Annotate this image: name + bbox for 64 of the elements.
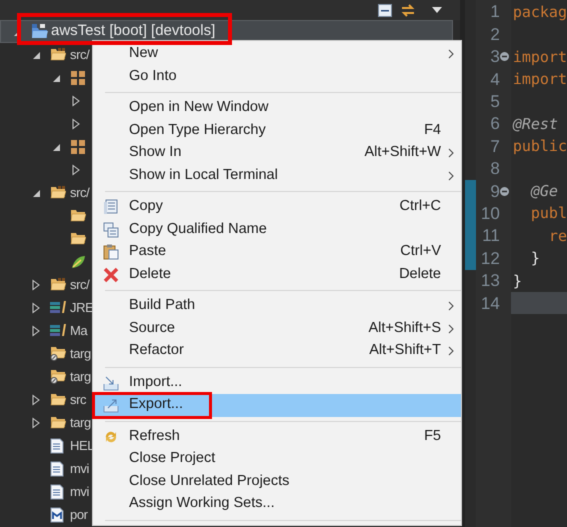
shortcut: F5 xyxy=(424,426,441,446)
menu-item[interactable]: Refactor Alt+Shift+T xyxy=(93,340,461,362)
shortcut: Ctrl+C xyxy=(400,197,441,216)
tree-item-label[interactable]: mvi xyxy=(70,482,90,502)
code-text: } xyxy=(530,248,540,270)
tree-item-label[interactable]: src xyxy=(70,390,86,410)
menu-item[interactable]: Build Path xyxy=(93,295,461,318)
tree-item-label[interactable]: targ xyxy=(70,344,91,364)
line-number: 3 xyxy=(490,46,500,68)
tree-item-label[interactable]: src/ xyxy=(70,274,90,294)
menu-item[interactable]: Paste Ctrl+V xyxy=(93,241,461,264)
menu-item[interactable]: Go Into xyxy=(93,66,461,88)
line-number: 13 xyxy=(480,270,500,292)
menu-item[interactable]: Import... xyxy=(93,372,461,394)
line-number: 5 xyxy=(490,91,500,114)
line-number: 4 xyxy=(490,68,500,91)
tree-item-label[interactable]: targ xyxy=(70,412,91,432)
line-number: 9 xyxy=(490,180,500,203)
line-number: 2 xyxy=(490,24,500,46)
tree-item-label[interactable]: HEL xyxy=(70,436,94,456)
tree-item-label[interactable]: Ma xyxy=(70,320,88,340)
tree-item-label[interactable]: src/ xyxy=(70,44,90,64)
line-number: 12 xyxy=(480,248,500,270)
menu-item[interactable]: Export... xyxy=(93,394,461,416)
menu-item[interactable]: Show In Alt+Shift+W xyxy=(93,142,461,164)
line-number: 8 xyxy=(490,158,500,180)
shortcut: Alt+Shift+S xyxy=(368,318,441,338)
menu-item[interactable]: Copy Qualified Name xyxy=(93,218,461,241)
code-text: public xyxy=(512,136,567,158)
code-text: @Ge xyxy=(530,181,558,202)
code-text: re xyxy=(548,226,567,247)
code-text: import xyxy=(512,69,567,90)
tree-item-label[interactable]: src/ xyxy=(70,182,90,202)
line-number: 6 xyxy=(490,113,500,136)
tree-item-label[interactable]: JRE xyxy=(70,298,94,318)
menu-item[interactable]: Refresh F5 xyxy=(93,426,461,448)
menu-item[interactable]: Open in New Window xyxy=(93,97,461,120)
menu-item[interactable]: Close Project xyxy=(93,448,461,470)
line-number: 14 xyxy=(480,292,500,315)
menu-item[interactable]: Open Type Hierarchy F4 xyxy=(93,120,461,142)
code-text: publ xyxy=(530,203,567,224)
code-text: @Rest xyxy=(512,114,558,135)
shortcut: F4 xyxy=(424,120,441,140)
tree-item-label[interactable]: mvi xyxy=(70,458,90,478)
shortcut: Delete xyxy=(399,264,441,284)
menu-item[interactable]: Show in Local Terminal xyxy=(93,164,461,187)
shortcut: Alt+Shift+W xyxy=(364,143,441,162)
menu-item[interactable]: Source Alt+Shift+S xyxy=(93,318,461,340)
tree-item-label[interactable]: por xyxy=(70,504,88,524)
line-number: 10 xyxy=(480,202,500,225)
code-text: import xyxy=(512,46,567,68)
line-number: 7 xyxy=(490,136,500,158)
menu-item[interactable]: New xyxy=(93,43,461,66)
shortcut: Ctrl+V xyxy=(400,242,441,262)
code-text: } xyxy=(512,270,522,292)
menu-item[interactable]: Copy Ctrl+C xyxy=(93,196,461,218)
menu-item[interactable]: Assign Working Sets... xyxy=(93,493,461,516)
line-number: 11 xyxy=(482,225,500,248)
menu-item[interactable]: Delete Delete xyxy=(93,264,461,286)
line-number: 1 xyxy=(490,1,500,24)
tree-item-label[interactable]: targ xyxy=(70,366,91,386)
shortcut: Alt+Shift+T xyxy=(369,341,441,360)
menu-item[interactable]: Close Unrelated Projects xyxy=(93,470,461,493)
code-text: packag xyxy=(512,2,567,23)
